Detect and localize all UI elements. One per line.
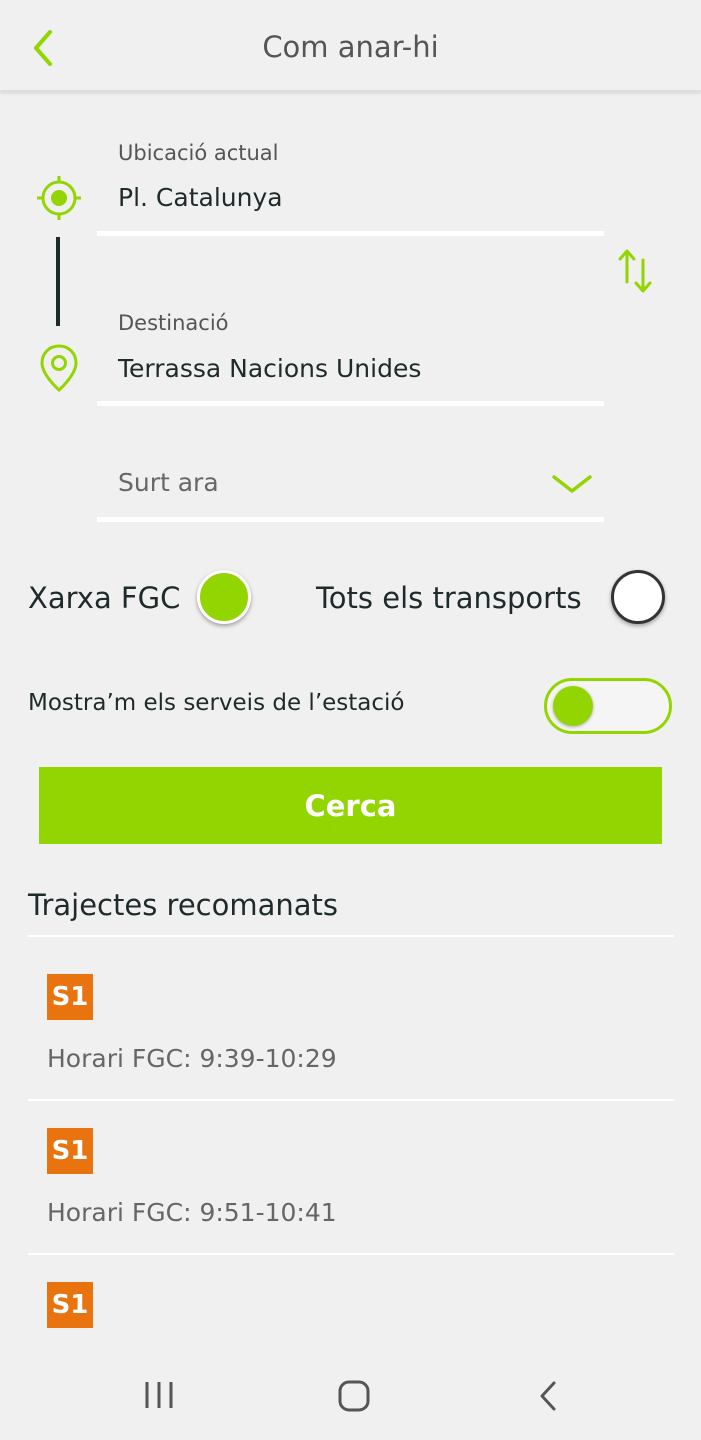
destination-label: Destinació (118, 311, 229, 335)
route-item[interactable]: S1 Horari FGC: 9:39-10:29 (0, 950, 701, 1100)
destination-underline (97, 401, 604, 406)
recents-button[interactable] (140, 1378, 178, 1416)
line-s1-badge: S1 (47, 974, 93, 1020)
destination-input[interactable]: Terrassa Nacions Unides (118, 354, 421, 383)
fgc-network-label: Xarxa FGC (28, 581, 181, 615)
origin-input[interactable]: Pl. Catalunya (118, 183, 283, 212)
station-services-toggle[interactable] (544, 678, 672, 734)
route-item[interactable]: S1 Horari FGC: 9:51-10:41 (0, 1104, 701, 1254)
back-icon (540, 1381, 556, 1411)
departure-time-underline (97, 517, 604, 522)
origin-label: Ubicació actual (118, 141, 279, 165)
all-transports-radio[interactable] (611, 570, 665, 624)
route-connector-line (56, 237, 60, 326)
recents-icon (145, 1382, 173, 1408)
all-transports-label: Tots els transports (316, 581, 582, 615)
search-button[interactable]: Cerca (39, 767, 662, 844)
app-header: Com anar-hi (0, 0, 701, 92)
divider (28, 1099, 674, 1101)
swap-vertical-icon (618, 249, 652, 293)
departure-time-select[interactable]: Surt ara (97, 450, 604, 522)
toggle-knob (553, 686, 593, 726)
swap-button[interactable] (617, 246, 653, 300)
system-back-button[interactable] (534, 1378, 564, 1418)
station-services-label: Mostra’m els serveis de l’estació (28, 690, 405, 716)
recommended-routes-title: Trajectes recomanats (28, 888, 338, 922)
fgc-network-radio[interactable] (197, 570, 251, 624)
page-title: Com anar-hi (262, 30, 439, 64)
line-s1-badge: S1 (47, 1128, 93, 1174)
line-s1-badge: S1 (47, 1282, 93, 1328)
divider (28, 935, 674, 937)
chevron-down-icon (550, 472, 594, 500)
departure-time-value: Surt ara (118, 468, 219, 497)
map-pin-icon (38, 343, 80, 397)
divider (28, 1253, 674, 1255)
home-button[interactable] (336, 1378, 372, 1418)
route-schedule: Horari FGC: 9:39-10:29 (47, 1044, 337, 1073)
system-navigation-bar (0, 1350, 701, 1440)
home-icon (338, 1380, 370, 1412)
route-schedule: Horari FGC: 9:51-10:41 (47, 1198, 337, 1227)
location-target-icon (35, 174, 83, 226)
origin-underline (97, 231, 604, 236)
